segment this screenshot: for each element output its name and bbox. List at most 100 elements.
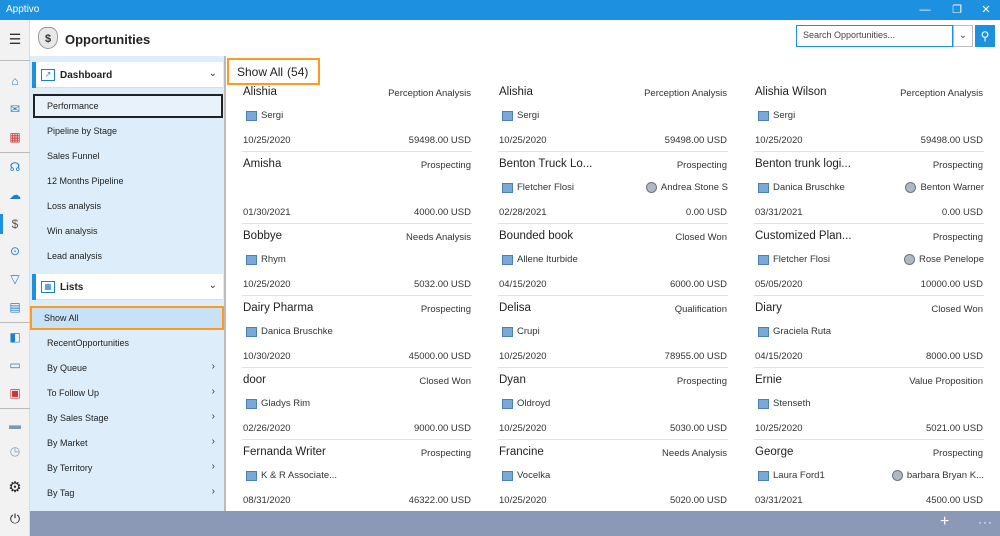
home-icon[interactable]: ⌂ [6,72,24,90]
amount: 4500.00 USD [925,495,983,506]
calculator-icon[interactable]: ▦ [6,128,24,146]
close-date: 04/15/2020 [499,279,547,290]
customer-name: Sergi [517,110,540,121]
sidebar-item[interactable]: Show All [30,306,224,330]
customer-icon [502,326,513,337]
opportunity-card[interactable]: Bounded book Closed Won Allene Iturbide 04/… [498,224,728,296]
close-button[interactable]: ✕ [971,0,1000,20]
customer-icon [502,110,513,121]
sidebar: ↗ Dashboard ⌄ Performance Pipeline by Sta… [30,56,225,511]
opportunity-card[interactable]: Francine Needs Analysis Vocelka 10/25/2020 5… [498,440,728,511]
sidebar-item[interactable]: RecentOpportunities [33,331,223,355]
sidebar-item[interactable]: By Territory › [33,456,223,480]
sidebar-item[interactable]: Pipeline by Stage [33,119,223,143]
sidebar-item[interactable]: Loss analysis [33,194,223,218]
truck-icon[interactable]: ▭ [6,356,24,374]
bag-icon[interactable]: ◧ [6,328,24,346]
section-lists[interactable]: ▦ Lists ⌄ [32,274,223,300]
sidebar-item-label: By Sales Stage [47,413,109,423]
card-column: Alishia Wilson Perception Analysis Sergi 10… [754,80,984,511]
opportunity-card[interactable]: Delisa Qualification Crupi 10/25/2020 78955.… [498,296,728,368]
customer-icon [758,398,769,409]
search-input[interactable]: Search Opportunities... [796,25,953,47]
chevron-down-icon[interactable]: ⌄ [209,68,217,79]
chevron-down-icon[interactable]: ⌄ [209,280,217,291]
power-icon[interactable]: ⏻ [6,510,24,528]
opportunity-card[interactable]: Alishia Perception Analysis Sergi 10/25/202… [242,80,472,152]
sidebar-item[interactable]: By Sales Stage › [33,406,223,430]
moneybag-icon: $ [38,27,58,49]
sidebar-item[interactable]: Lead analysis [33,244,223,268]
customer-name: Crupi [517,326,540,337]
amount: 5032.00 USD [413,279,471,290]
sales-stage: Prospecting [420,304,471,315]
section-dashboard[interactable]: ↗ Dashboard ⌄ [32,62,223,88]
sidebar-item[interactable]: 12 Months Pipeline [33,169,223,193]
clock-icon[interactable]: ◷ [6,442,24,460]
sidebar-item[interactable]: To Follow Up › [33,381,223,405]
amount: 45000.00 USD [408,351,471,362]
assignee: barbara Bryan K... [891,470,984,481]
sales-stage: Prospecting [932,160,983,171]
more-button[interactable]: ··· [978,515,993,529]
customer-icon [246,398,257,409]
opportunity-card[interactable]: Dairy Pharma Prospecting Danica Bruschke 10… [242,296,472,368]
close-date: 03/31/2021 [755,495,803,506]
card-icon[interactable]: ▬ [6,416,24,434]
opportunity-card[interactable]: Benton Truck Lo... Prospecting Fletcher Fl… [498,152,728,224]
opportunity-card[interactable]: George Prospecting Laura Ford1 barbara Brya… [754,440,984,511]
opportunity-card[interactable]: Fernanda Writer Prospecting K & R Associat… [242,440,472,511]
opportunity-card[interactable]: Customized Plan... Prospecting Fletcher Fl… [754,224,984,296]
cloud-icon[interactable]: ☁ [6,186,24,204]
opportunity-card[interactable]: Benton trunk logi... Prospecting Danica Br… [754,152,984,224]
close-date: 05/05/2020 [755,279,803,290]
dollar-icon[interactable]: ⊙ [6,242,24,260]
add-button[interactable]: + [940,513,949,531]
document-icon[interactable]: ▤ [6,298,24,316]
support-icon[interactable]: ☊ [6,158,24,176]
restore-button[interactable]: ❐ [942,0,972,20]
opportunity-name: Benton Truck Lo... [499,158,593,170]
settings-icon[interactable]: ⚙ [6,478,24,496]
assignee-name: Benton Warner [920,182,984,193]
opportunity-card[interactable]: door Closed Won Gladys Rim 02/26/2020 9000.0… [242,368,472,440]
search-button[interactable]: ⚲ [975,25,995,47]
customer: Laura Ford1 [758,470,825,481]
funnel-icon[interactable]: ▽ [6,270,24,288]
sidebar-item[interactable]: By Tag › [33,481,223,505]
sidebar-item[interactable]: By Queue › [33,356,223,380]
chevron-down-icon[interactable]: ⌄ [953,25,973,47]
customer-name: Graciela Ruta [773,326,832,337]
amount: 59498.00 USD [408,135,471,146]
close-date: 01/30/2021 [243,207,291,218]
sidebar-item[interactable]: Win analysis [33,219,223,243]
customer: Allene Iturbide [502,254,578,265]
customer-name: Vocelka [517,470,551,481]
sidebar-item[interactable]: By Market › [33,431,223,455]
amount: 59498.00 USD [920,135,983,146]
opportunity-card[interactable]: Dyan Prospecting Oldroyd 10/25/2020 5030.00 … [498,368,728,440]
sidebar-item[interactable]: Performance [33,94,223,118]
customer-name: Oldroyd [517,398,551,409]
app-title: Apptivo [6,4,40,15]
hamburger-icon[interactable]: ☰ [6,30,24,48]
opportunity-card[interactable]: Alishia Wilson Perception Analysis Sergi 10… [754,80,984,152]
minimize-button[interactable]: — [910,0,940,20]
sales-stage: Prospecting [676,376,727,387]
moneybag-icon[interactable]: $ [6,215,24,233]
customer-icon [246,326,257,337]
page-header: $ Opportunities Search Opportunities... … [30,20,1000,56]
sidebar-item[interactable]: Sales Funnel [33,144,223,168]
customer-name: Danica Bruschke [773,182,845,193]
amount: 5020.00 USD [669,495,727,506]
opportunity-card[interactable]: Ernie Value Proposition Stenseth 10/25/2020… [754,368,984,440]
opportunity-card[interactable]: Amisha Prospecting 01/30/2021 4000.00 USD [242,152,472,224]
opportunity-card[interactable]: Alishia Perception Analysis Sergi 10/25/202… [498,80,728,152]
close-date: 10/25/2020 [499,135,547,146]
sidebar-item-label: By Queue [47,363,88,373]
opportunity-card[interactable]: Bobbye Needs Analysis Rhym 10/25/2020 5032.0… [242,224,472,296]
mail-icon[interactable]: ✉ [6,100,24,118]
opportunity-name: Francine [499,446,544,458]
cart-icon[interactable]: ▣ [6,384,24,402]
opportunity-card[interactable]: Diary Closed Won Graciela Ruta 04/15/2020 80… [754,296,984,368]
